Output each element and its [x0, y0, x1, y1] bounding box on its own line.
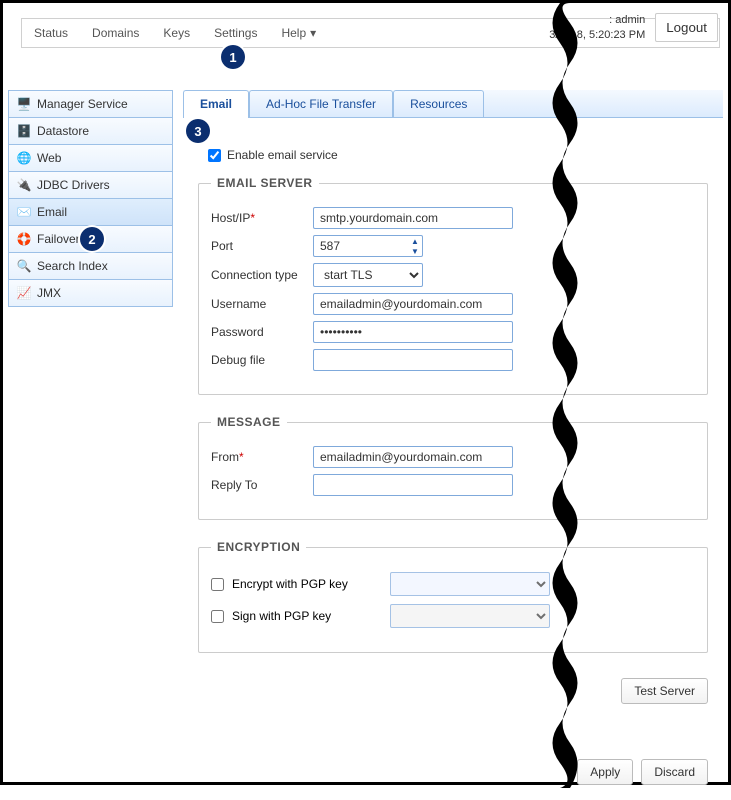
enable-email-row: Enable email service [208, 148, 708, 162]
discard-button[interactable]: Discard [641, 759, 708, 785]
host-label: Host/IP* [211, 211, 313, 225]
server-icon: 🖥️ [17, 97, 31, 111]
sidebar-item-label: Search Index [37, 259, 108, 273]
encrypt-pgp-select [390, 572, 550, 596]
menu-keys[interactable]: Keys [151, 18, 202, 48]
tab-email[interactable]: Email [183, 90, 249, 117]
sidebar-item-label: Web [37, 151, 61, 165]
globe-icon: 🌐 [17, 151, 31, 165]
sidebar-item-web[interactable]: 🌐 Web [8, 145, 173, 172]
row-username: Username [211, 290, 695, 318]
callout-1: 1 [221, 45, 245, 69]
connection-type-select[interactable]: no encryption start TLS SSL/TLS [313, 263, 423, 287]
apply-button[interactable]: Apply [577, 759, 633, 785]
lifebuoy-icon: 🛟 [17, 232, 31, 246]
sidebar-item-label: Email [37, 205, 67, 219]
row-reply-to: Reply To [211, 471, 695, 499]
sidebar-item-manager-service[interactable]: 🖥️ Manager Service [8, 90, 173, 118]
menu-help[interactable]: Help ▾ [269, 18, 328, 48]
tab-adhoc-file-transfer[interactable]: Ad-Hoc File Transfer [249, 90, 393, 117]
sign-pgp-checkbox[interactable] [211, 610, 224, 623]
content-inner: Enable email service EMAIL SERVER Host/I… [183, 118, 723, 800]
row-sign-pgp: Sign with PGP key [211, 600, 695, 632]
username-input[interactable] [313, 293, 513, 315]
username-label: Username [211, 297, 313, 311]
enable-email-label: Enable email service [227, 148, 338, 162]
email-server-legend: EMAIL SERVER [211, 176, 319, 190]
sidebar-item-email[interactable]: ✉️ Email [8, 199, 173, 226]
sidebar: 🖥️ Manager Service 🗄️ Datastore 🌐 Web 🔌 … [8, 90, 173, 307]
debug-file-label: Debug file [211, 353, 313, 367]
sidebar-item-label: Manager Service [37, 97, 128, 111]
message-legend: MESSAGE [211, 415, 287, 429]
test-row: Test Server [198, 678, 708, 704]
tab-strip: Email Ad-Hoc File Transfer Resources [183, 90, 723, 118]
sign-pgp-select [390, 604, 550, 628]
encrypt-pgp-checkbox[interactable] [211, 578, 224, 591]
database-icon: 🗄️ [17, 124, 31, 138]
header-right: : admin 3/2018, 5:20:23 PM Logout [549, 13, 718, 42]
from-label: From* [211, 450, 313, 464]
menu-status[interactable]: Status [22, 18, 80, 48]
row-encrypt-pgp: Encrypt with PGP key [211, 568, 695, 600]
from-input[interactable] [313, 446, 513, 468]
apply-discard-row: Apply Discard [198, 759, 708, 785]
sidebar-item-jdbc[interactable]: 🔌 JDBC Drivers [8, 172, 173, 199]
tab-resources[interactable]: Resources [393, 90, 484, 117]
host-input[interactable] [313, 207, 513, 229]
row-port: Port ▲▼ [211, 232, 695, 260]
encryption-legend: ENCRYPTION [211, 540, 306, 554]
callout-3: 3 [186, 119, 210, 143]
sidebar-item-label: Failover [37, 232, 80, 246]
encryption-group: ENCRYPTION Encrypt with PGP key Sign wit… [198, 540, 708, 653]
reply-to-input[interactable] [313, 474, 513, 496]
menu-settings[interactable]: Settings [202, 18, 269, 48]
enable-email-checkbox[interactable] [208, 149, 221, 162]
timestamp-label: 3/2018, 5:20:23 PM [549, 28, 645, 42]
menu-domains[interactable]: Domains [80, 18, 151, 48]
mail-icon: ✉️ [17, 205, 31, 219]
row-debug-file: Debug file [211, 346, 695, 374]
spin-up-icon[interactable]: ▲ [408, 236, 422, 246]
spin-down-icon[interactable]: ▼ [408, 246, 422, 256]
callout-2: 2 [80, 227, 104, 251]
test-server-button[interactable]: Test Server [621, 678, 708, 704]
sidebar-item-label: JMX [37, 286, 61, 300]
password-label: Password [211, 325, 313, 339]
plug-icon: 🔌 [17, 178, 31, 192]
sidebar-item-label: JDBC Drivers [37, 178, 110, 192]
sidebar-item-search-index[interactable]: 🔍 Search Index [8, 253, 173, 280]
logout-button[interactable]: Logout [655, 13, 718, 42]
port-input[interactable] [313, 235, 423, 257]
user-label: : admin [549, 13, 645, 27]
port-label: Port [211, 239, 313, 253]
search-icon: 🔍 [17, 259, 31, 273]
sidebar-item-datastore[interactable]: 🗄️ Datastore [8, 118, 173, 145]
reply-to-label: Reply To [211, 478, 313, 492]
connection-type-label: Connection type [211, 268, 313, 282]
sign-pgp-label: Sign with PGP key [232, 609, 382, 623]
password-input[interactable] [313, 321, 513, 343]
sidebar-item-label: Datastore [37, 124, 89, 138]
menu-help-label: Help [281, 26, 306, 40]
chart-icon: 📈 [17, 286, 31, 300]
email-server-group: EMAIL SERVER Host/IP* Port ▲▼ Connection… [198, 176, 708, 395]
sidebar-item-jmx[interactable]: 📈 JMX [8, 280, 173, 307]
row-connection-type: Connection type no encryption start TLS … [211, 260, 695, 290]
debug-file-input[interactable] [313, 349, 513, 371]
row-host: Host/IP* [211, 204, 695, 232]
port-spinner[interactable]: ▲▼ [408, 236, 422, 256]
chevron-down-icon: ▾ [310, 26, 316, 40]
message-group: MESSAGE From* Reply To [198, 415, 708, 520]
user-info: : admin 3/2018, 5:20:23 PM [549, 13, 645, 42]
encrypt-pgp-label: Encrypt with PGP key [232, 577, 382, 591]
app-frame: Status Domains Keys Settings Help ▾ : ad… [0, 0, 731, 785]
row-password: Password [211, 318, 695, 346]
row-from: From* [211, 443, 695, 471]
content-panel: Enable email service EMAIL SERVER Host/I… [183, 118, 723, 777]
